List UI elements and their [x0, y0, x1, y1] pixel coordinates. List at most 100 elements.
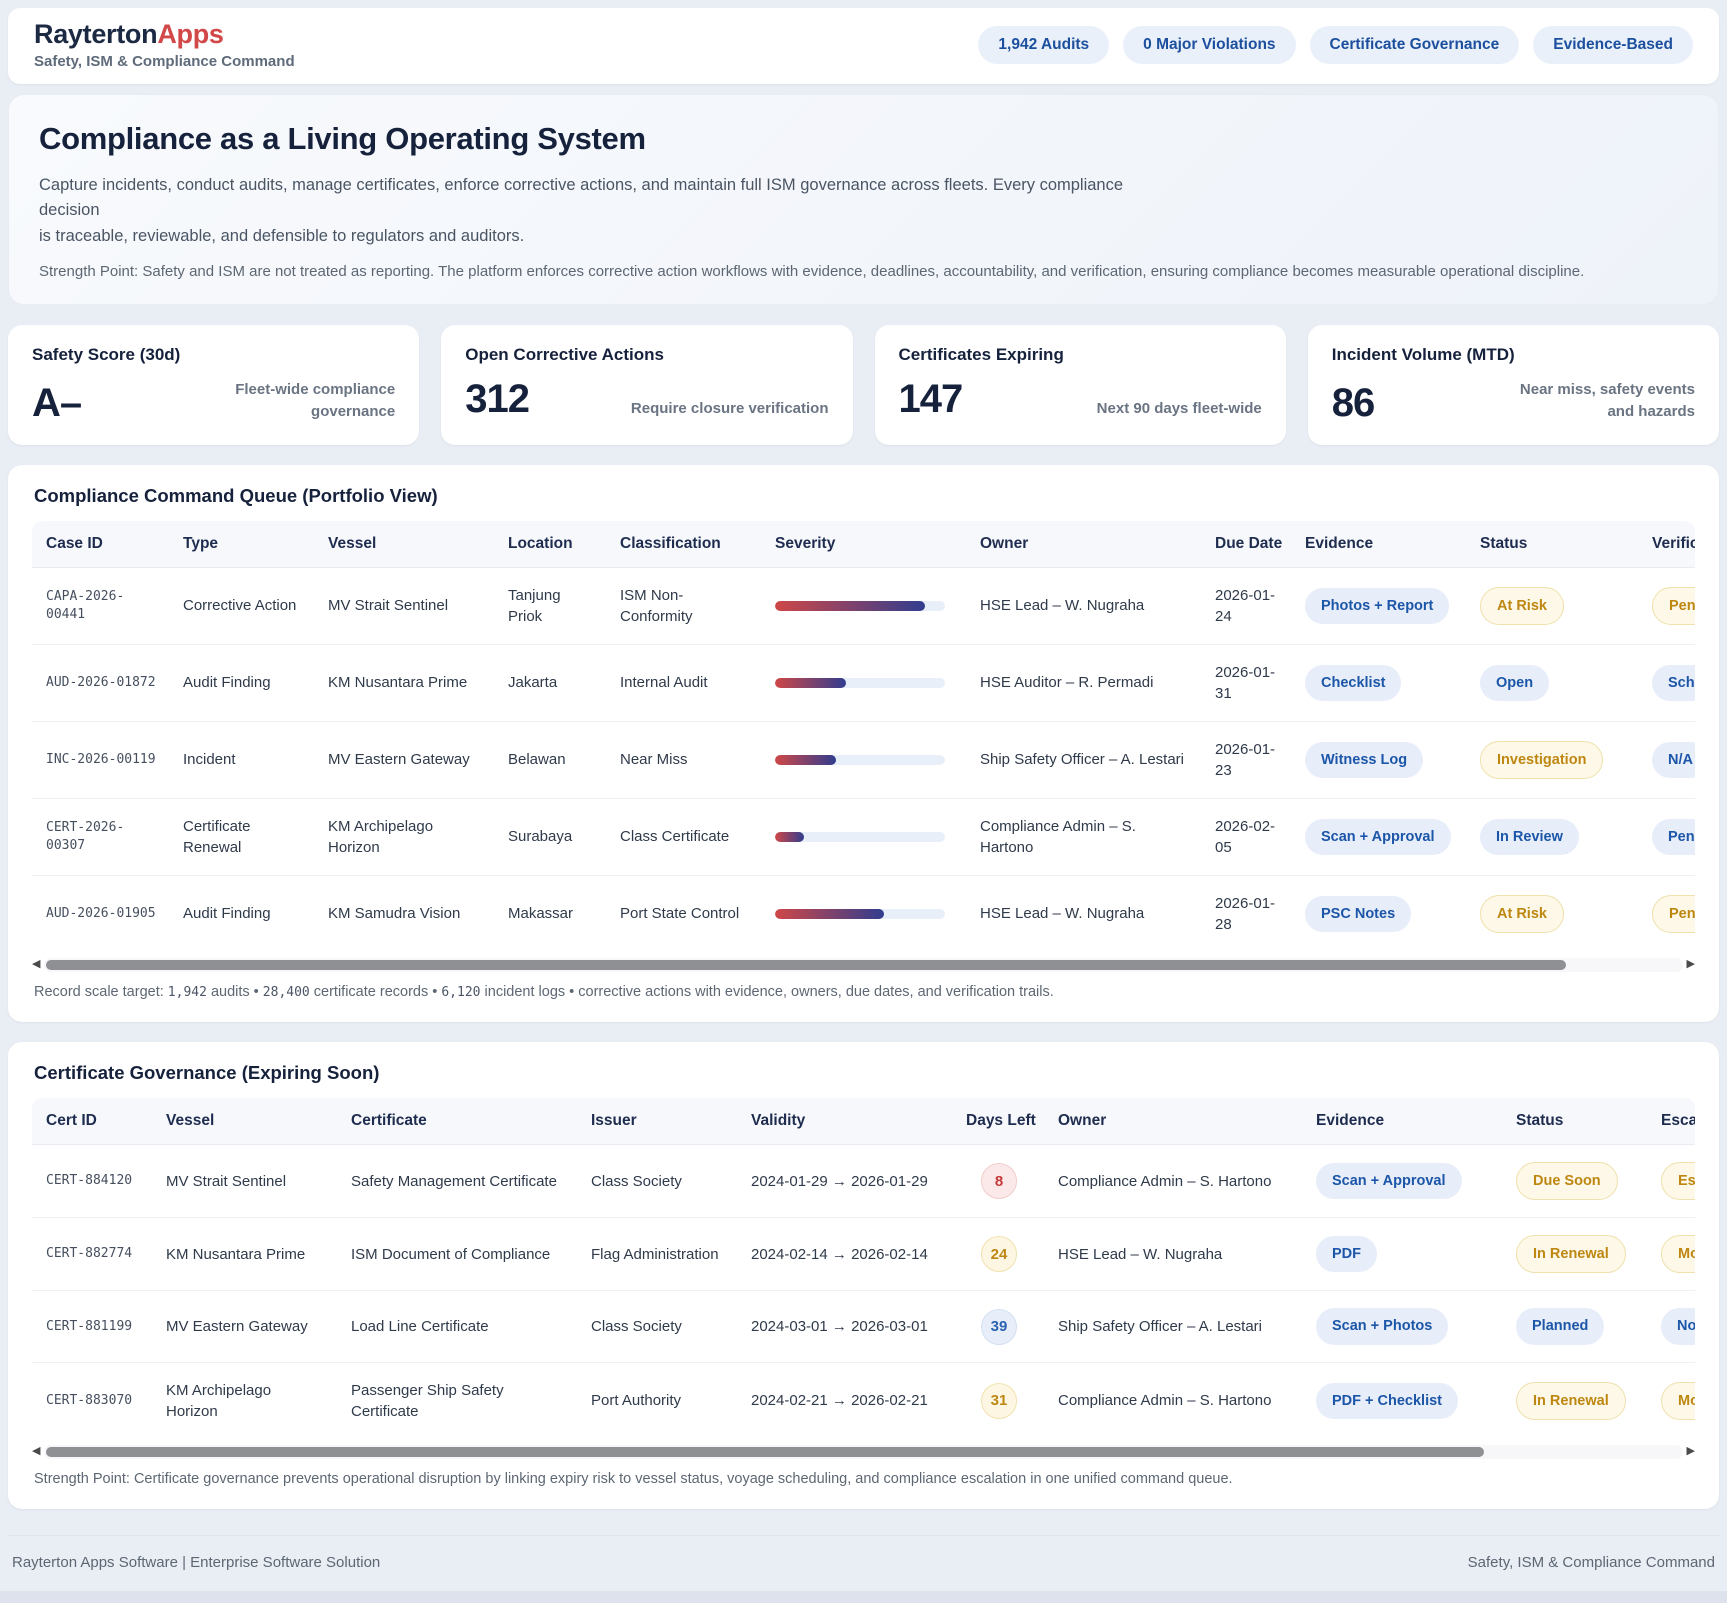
evidence-cell: PDF [1302, 1218, 1502, 1291]
classification-cell: Internal Audit [606, 644, 761, 721]
issuer-cell: Flag Administration [577, 1218, 737, 1291]
status-pill: Planned [1516, 1308, 1604, 1344]
scrollbar-track[interactable] [44, 1445, 1682, 1459]
verification-cell: Pending [1638, 798, 1695, 875]
type-cell: Audit Finding [169, 875, 314, 952]
owner-cell: HSE Lead – W. Nugraha [966, 875, 1201, 952]
vessel-cell: MV Eastern Gateway [152, 1291, 337, 1362]
severity-cell [761, 721, 966, 798]
footer-right-text: Safety, ISM & Compliance Command [1468, 1554, 1715, 1571]
cert-table-row: CERT-881199MV Eastern GatewayLoad Line C… [32, 1291, 1695, 1362]
escalation-pill: None [1661, 1308, 1695, 1344]
status-pill: In Review [1480, 819, 1579, 855]
col-owner: Owner [966, 521, 1201, 568]
severity-cell [761, 798, 966, 875]
cert-id-cell: CERT-882774 [32, 1218, 152, 1291]
evidence-pill[interactable]: PDF + Checklist [1316, 1383, 1458, 1419]
queue-table-row: AUD-2026-01905Audit FindingKM Samudra Vi… [32, 875, 1695, 952]
certificate-cell: Safety Management Certificate [337, 1144, 577, 1217]
scrollbar-thumb[interactable] [46, 960, 1566, 970]
due-date-cell: 2026-01-23 [1201, 721, 1291, 798]
owner-cell: Ship Safety Officer – A. Lestari [1044, 1291, 1302, 1362]
owner-cell: Compliance Admin – S. Hartono [1044, 1144, 1302, 1217]
stat-note: Next 90 days fleet-wide [1097, 398, 1262, 420]
col-due-date: Due Date [1201, 521, 1291, 568]
stat-label: Open Corrective Actions [465, 345, 828, 365]
status-cell: Investigation [1466, 721, 1638, 798]
vessel-cell: MV Strait Sentinel [152, 1144, 337, 1217]
owner-cell: HSE Lead – W. Nugraha [966, 567, 1201, 644]
app-logo: RaytertonApps [34, 20, 295, 50]
evidence-cell: Scan + Approval [1291, 798, 1466, 875]
case-id-cell: AUD-2026-01872 [32, 644, 169, 721]
stat-card-incident-volume: Incident Volume (MTD) 86 Near miss, safe… [1308, 325, 1719, 445]
severity-bar-fill [775, 601, 925, 611]
queue-table-viewport: Case ID Type Vessel Location Classificat… [32, 521, 1695, 952]
cert-table-row: CERT-882774KM Nusantara PrimeISM Documen… [32, 1218, 1695, 1291]
severity-cell [761, 567, 966, 644]
status-cell: Due Soon [1502, 1144, 1647, 1217]
evidence-pill[interactable]: Scan + Photos [1316, 1308, 1448, 1344]
vessel-cell: KM Nusantara Prime [152, 1218, 337, 1291]
classification-cell: ISM Non-Conformity [606, 567, 761, 644]
col-cert-id: Cert ID [32, 1098, 152, 1145]
col-evidence: Evidence [1302, 1098, 1502, 1145]
evidence-pill[interactable]: Checklist [1305, 665, 1401, 701]
queue-footnote: Record scale target: 1,942 audits • 28,4… [34, 984, 1693, 1000]
scroll-left-icon[interactable]: ◀ [32, 959, 40, 970]
scroll-right-icon[interactable]: ▶ [1687, 959, 1695, 970]
evidence-pill[interactable]: PDF [1316, 1236, 1377, 1272]
evidence-pill[interactable]: Scan + Approval [1305, 819, 1451, 855]
hero-strength-point: Strength Point: Safety and ISM are not t… [39, 263, 1688, 280]
footnote-incident-count: 6,120 [441, 985, 480, 1000]
verification-pill: Pending [1652, 819, 1695, 855]
escalation-cell: Escalated [1647, 1144, 1695, 1217]
evidence-pill[interactable]: PSC Notes [1305, 896, 1411, 932]
vessel-cell: KM Archipelago Horizon [152, 1362, 337, 1439]
status-pill: At Risk [1480, 587, 1564, 625]
days-left-cell: 24 [952, 1218, 1044, 1291]
brand-block: RaytertonApps Safety, ISM & Compliance C… [34, 20, 295, 70]
severity-bar-fill [775, 755, 836, 765]
escalation-cell: None [1647, 1291, 1695, 1362]
stat-note: Near miss, safety events and hazards [1495, 379, 1695, 423]
status-pill: At Risk [1480, 895, 1564, 933]
validity-cell: 2024-02-14 → 2026-02-14 [737, 1218, 952, 1291]
status-cell: In Renewal [1502, 1362, 1647, 1439]
page-footer: Rayterton Apps Software | Enterprise Sof… [8, 1535, 1719, 1591]
queue-table-row: CAPA-2026-00441Corrective ActionMV Strai… [32, 567, 1695, 644]
evidence-pill[interactable]: Photos + Report [1305, 588, 1449, 624]
verification-pill: Pending [1652, 587, 1695, 625]
hero-description: Capture incidents, conduct audits, manag… [39, 173, 1159, 250]
issuer-cell: Port Authority [577, 1362, 737, 1439]
scrollbar-track[interactable] [44, 958, 1682, 972]
classification-cell: Near Miss [606, 721, 761, 798]
severity-bar-fill [775, 909, 884, 919]
certificate-cell: Load Line Certificate [337, 1291, 577, 1362]
escalation-cell: Monitor [1647, 1218, 1695, 1291]
verification-cell: Pending [1638, 567, 1695, 644]
col-status: Status [1502, 1098, 1647, 1145]
evidence-pill[interactable]: Scan + Approval [1316, 1163, 1462, 1199]
queue-table-row: INC-2026-00119IncidentMV Eastern Gateway… [32, 721, 1695, 798]
bottom-strip [0, 1591, 1727, 1603]
verification-cell: Pending [1638, 875, 1695, 952]
cert-table-row: CERT-884120MV Strait SentinelSafety Mana… [32, 1144, 1695, 1217]
evidence-pill[interactable]: Witness Log [1305, 742, 1423, 778]
days-left-cell: 39 [952, 1291, 1044, 1362]
certificate-cell: ISM Document of Compliance [337, 1218, 577, 1291]
escalation-pill: Monitor [1661, 1382, 1695, 1420]
col-vessel: Vessel [314, 521, 494, 568]
vessel-cell: KM Nusantara Prime [314, 644, 494, 721]
hero-banner: Compliance as a Living Operating System … [8, 94, 1719, 306]
app-subtitle: Safety, ISM & Compliance Command [34, 53, 295, 70]
days-left-cell: 31 [952, 1362, 1044, 1439]
footer-left-text: Rayterton Apps Software | Enterprise Sof… [12, 1554, 380, 1571]
queue-header-row: Case ID Type Vessel Location Classificat… [32, 521, 1695, 568]
scrollbar-thumb[interactable] [46, 1447, 1484, 1457]
scroll-left-icon[interactable]: ◀ [32, 1446, 40, 1457]
hero-title: Compliance as a Living Operating System [39, 121, 1688, 157]
col-issuer: Issuer [577, 1098, 737, 1145]
stat-card-corrective-actions: Open Corrective Actions 312 Require clos… [441, 325, 852, 445]
scroll-right-icon[interactable]: ▶ [1687, 1446, 1695, 1457]
